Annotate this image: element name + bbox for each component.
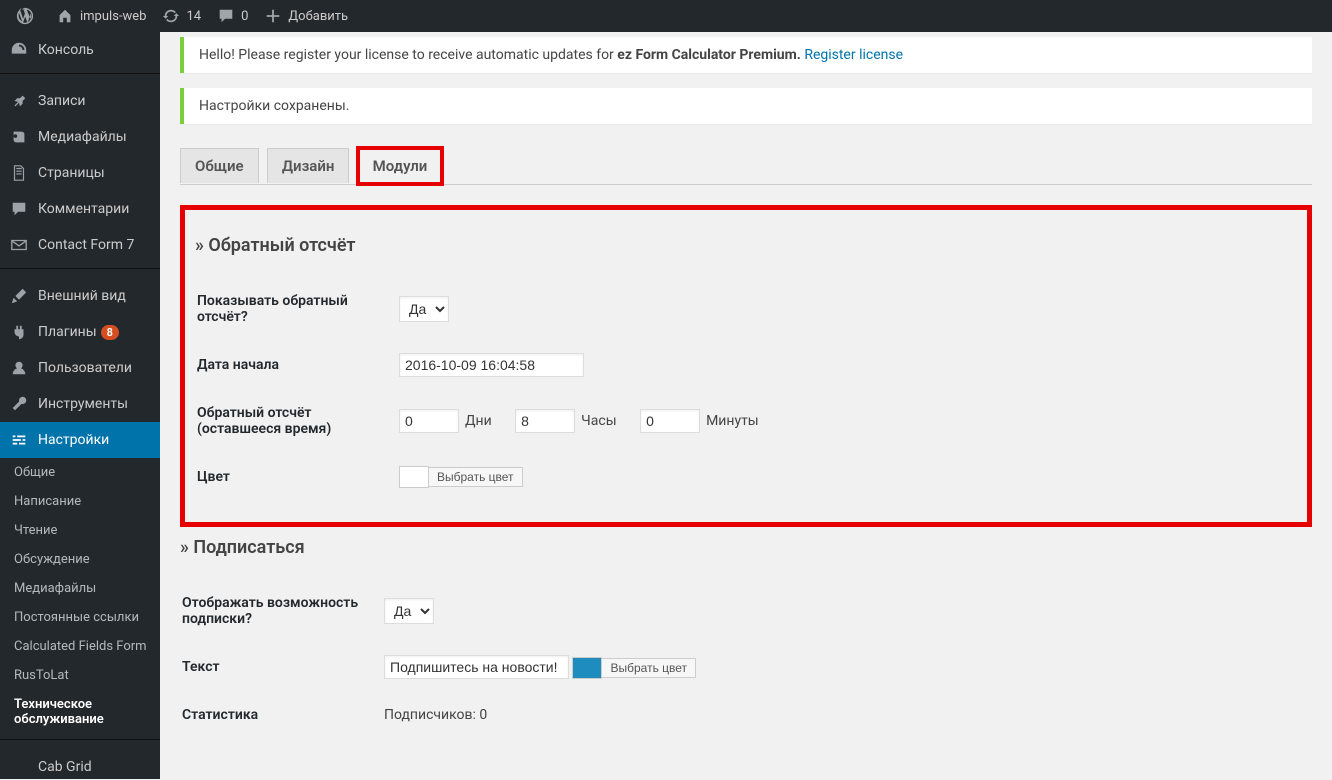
hours-label: Часы: [581, 413, 616, 429]
sidebar-item-label: Страницы: [38, 165, 105, 181]
comments-icon: [10, 199, 30, 219]
sidebar-item-users[interactable]: Пользователи: [0, 350, 160, 386]
site-name-link[interactable]: impuls-web: [48, 0, 154, 32]
add-new-link[interactable]: Добавить: [256, 0, 356, 32]
stats-value: Подписчиков: 0: [384, 707, 487, 723]
sidebar-item-dashboard[interactable]: Консоль: [0, 32, 160, 68]
sidebar-item-label: Cab Grid: [38, 759, 92, 775]
show-countdown-select[interactable]: Да: [399, 296, 449, 322]
comments-link[interactable]: 0: [209, 0, 256, 32]
sub-cff[interactable]: Calculated Fields Form: [0, 632, 160, 661]
tab-modules[interactable]: Модули: [358, 148, 443, 184]
user-icon: [10, 358, 30, 378]
license-notice: Hello! Please register your license to r…: [180, 37, 1312, 73]
tab-general[interactable]: Общие: [180, 148, 259, 183]
show-subscribe-label: Отображать возможность подписки?: [182, 580, 382, 642]
sub-writing[interactable]: Написание: [0, 487, 160, 516]
brush-icon: [10, 286, 30, 306]
countdown-section-highlight: » Обратный отсчёт Показывать обратный от…: [180, 205, 1312, 527]
sidebar-item-tools[interactable]: Инструменты: [0, 386, 160, 422]
sub-media[interactable]: Медиафайлы: [0, 574, 160, 603]
sidebar-item-label: Комментарии: [38, 201, 129, 217]
wrench-icon: [10, 394, 30, 414]
license-bold: ez Form Calculator Premium.: [617, 47, 801, 63]
sidebar-item-appearance[interactable]: Внешний вид: [0, 278, 160, 314]
updates-link[interactable]: 14: [154, 0, 209, 32]
sidebar-item-settings[interactable]: Настройки: [0, 422, 160, 458]
dashboard-icon: [10, 40, 30, 60]
choose-color-button[interactable]: Выбрать цвет: [428, 467, 523, 487]
days-input[interactable]: [399, 409, 459, 433]
pin-icon: [10, 91, 30, 111]
sub-general[interactable]: Общие: [0, 458, 160, 487]
subscribe-text-label: Текст: [182, 644, 382, 690]
countdown-title: » Обратный отсчёт: [195, 235, 1297, 256]
sub-reading[interactable]: Чтение: [0, 516, 160, 545]
show-countdown-label: Показывать обратный отсчёт?: [197, 278, 397, 340]
site-name-text: impuls-web: [80, 9, 146, 24]
plug-icon: [10, 322, 30, 342]
plugins-badge: 8: [101, 325, 119, 340]
mins-input[interactable]: [640, 409, 700, 433]
pages-icon: [10, 163, 30, 183]
sidebar-item-label: Contact Form 7: [38, 237, 134, 253]
sub-permalinks[interactable]: Постоянные ссылки: [0, 603, 160, 632]
sidebar-item-label: Плагины: [38, 324, 97, 340]
mail-icon: [10, 235, 30, 255]
saved-text: Настройки сохранены.: [199, 98, 349, 114]
subscribe-title: » Подписаться: [180, 537, 1312, 558]
sidebar-item-cabgrid[interactable]: Cab Grid: [0, 749, 160, 779]
sidebar-item-label: Внешний вид: [38, 288, 126, 304]
sidebar-item-comments[interactable]: Комментарии: [0, 191, 160, 227]
sidebar-item-posts[interactable]: Записи: [0, 83, 160, 119]
subscribe-choose-color-button[interactable]: Выбрать цвет: [601, 658, 696, 678]
comments-count: 0: [241, 9, 248, 24]
subscribe-color-swatch[interactable]: [572, 657, 602, 679]
sidebar-item-label: Инструменты: [38, 396, 128, 412]
days-label: Дни: [465, 413, 492, 429]
mins-label: Минуты: [706, 413, 759, 429]
stats-label: Статистика: [182, 692, 382, 738]
updates-count: 14: [186, 9, 201, 24]
start-date-input[interactable]: [399, 353, 584, 377]
subscribe-text-input[interactable]: [384, 655, 569, 679]
sub-rustolat[interactable]: RusToLat: [0, 661, 160, 690]
wp-logo-icon[interactable]: [8, 0, 48, 32]
color-swatch[interactable]: [399, 466, 429, 488]
sidebar-item-label: Настройки: [38, 432, 109, 448]
sidebar-item-media[interactable]: Медиафайлы: [0, 119, 160, 155]
media-icon: [10, 127, 30, 147]
remaining-label: Обратный отсчёт (оставшееся время): [197, 390, 397, 452]
sidebar-item-cf7[interactable]: Contact Form 7: [0, 227, 160, 263]
sub-maintenance[interactable]: Техническое обслуживание: [0, 690, 160, 734]
tab-design[interactable]: Дизайн: [267, 148, 350, 183]
sidebar-item-label: Консоль: [38, 42, 94, 58]
start-date-label: Дата начала: [197, 342, 397, 388]
register-license-link[interactable]: Register license: [804, 47, 903, 63]
add-new-text: Добавить: [288, 9, 348, 24]
license-pre: Hello! Please register your license to r…: [199, 47, 617, 63]
sidebar-item-label: Медиафайлы: [38, 129, 127, 145]
show-subscribe-select[interactable]: Да: [384, 598, 434, 624]
sidebar-item-plugins[interactable]: Плагины 8: [0, 314, 160, 350]
sliders-icon: [10, 430, 30, 450]
sub-discussion[interactable]: Обсуждение: [0, 545, 160, 574]
color-label: Цвет: [197, 454, 397, 500]
hours-input[interactable]: [515, 409, 575, 433]
sidebar-item-pages[interactable]: Страницы: [0, 155, 160, 191]
sidebar-item-label: Пользователи: [38, 360, 132, 376]
sidebar-item-label: Записи: [38, 93, 86, 109]
saved-notice: Настройки сохранены.: [180, 88, 1312, 124]
